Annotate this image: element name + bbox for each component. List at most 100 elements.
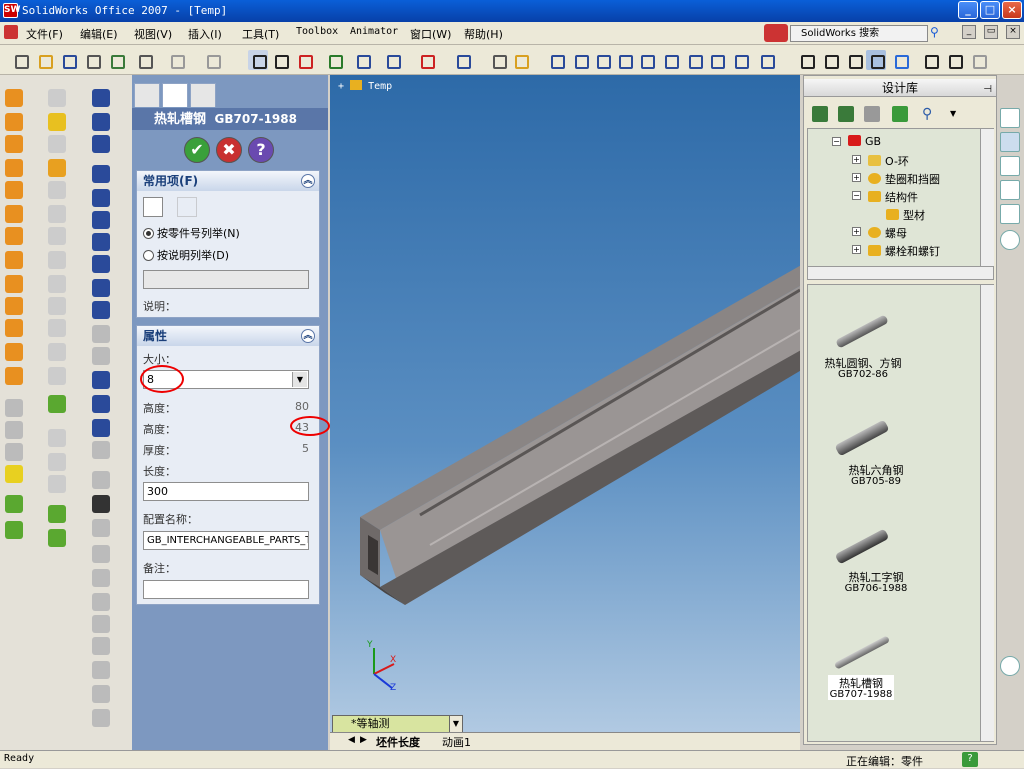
tree-horizontal-scrollbar[interactable] (807, 266, 994, 280)
surface-extrude-icon[interactable] (48, 89, 66, 107)
gallery-scrollbar[interactable] (980, 285, 994, 741)
search-input[interactable]: SolidWorks 搜索 (790, 25, 928, 42)
section-view-icon[interactable] (570, 50, 590, 70)
add-part-icon[interactable] (143, 197, 163, 217)
list-by-description-radio[interactable]: 按说明列举(D) (143, 247, 229, 263)
length-input[interactable]: 300 (143, 482, 309, 501)
surface-revolve-icon[interactable] (48, 113, 66, 131)
tree-node-o-ring[interactable]: + O-环 (852, 153, 909, 169)
library-item-i-beam[interactable]: 热轧工字钢 GB706-1988 (808, 517, 978, 597)
polygon-icon[interactable] (92, 211, 110, 229)
zoom-fit-icon[interactable] (592, 50, 612, 70)
mid-surface-icon[interactable] (48, 343, 66, 361)
close-button[interactable]: × (1002, 1, 1022, 19)
collapse-icon[interactable]: ︽ (301, 329, 315, 343)
grid-icon[interactable] (324, 50, 344, 70)
trim-entities-icon[interactable] (92, 495, 110, 513)
help-icon[interactable] (510, 50, 530, 70)
select-icon[interactable] (248, 50, 268, 70)
view-icon[interactable] (730, 50, 750, 70)
sketch-icon[interactable] (352, 50, 372, 70)
move-entities-icon[interactable] (92, 615, 110, 633)
refresh-icon[interactable] (892, 106, 908, 122)
expand-toggle[interactable]: + (852, 155, 861, 164)
weldments-icon[interactable] (48, 453, 66, 471)
help-status-icon[interactable]: ? (962, 752, 978, 767)
3d-part-icon[interactable] (416, 50, 436, 70)
knit-surface-icon[interactable] (48, 227, 66, 245)
copy-entities-icon[interactable] (92, 637, 110, 655)
circle-icon[interactable] (92, 233, 110, 251)
shadows-icon[interactable] (920, 50, 940, 70)
circular-pattern-icon[interactable] (5, 443, 23, 461)
chamfer-icon[interactable] (5, 227, 23, 245)
sketch-chamfer-icon[interactable] (92, 347, 110, 365)
options-icon[interactable] (106, 50, 126, 70)
replace-face-icon[interactable] (48, 367, 66, 385)
shaded-edges-icon[interactable] (866, 50, 886, 70)
extend-surface-icon[interactable] (48, 275, 66, 293)
point-icon[interactable] (92, 419, 110, 437)
menu-insert[interactable]: 插入(I) (188, 26, 222, 42)
add-folder-icon[interactable] (864, 106, 880, 122)
surface-sweep-icon[interactable] (48, 135, 66, 153)
linear-pattern-icon[interactable] (5, 421, 23, 439)
rotate-entities-icon[interactable] (92, 661, 110, 679)
line-icon[interactable] (92, 165, 110, 183)
reference-geometry-icon[interactable] (5, 465, 23, 483)
tree-scrollbar[interactable] (980, 129, 994, 267)
menu-edit[interactable]: 编辑(E) (80, 26, 118, 42)
chevron-down-icon[interactable]: ▼ (950, 109, 956, 118)
roll-icon[interactable] (706, 50, 726, 70)
zoom-area-icon[interactable] (614, 50, 634, 70)
extrude-boss-icon[interactable] (5, 89, 23, 107)
view-orientation-label[interactable]: *等轴测 ▼ (332, 715, 463, 733)
properties-group-header[interactable]: 属性 ︽ (137, 326, 319, 346)
app-menu-icon[interactable] (4, 25, 18, 39)
doc-restore-button[interactable]: ▭ (984, 25, 998, 39)
print-icon[interactable] (134, 50, 154, 70)
menu-toolbox[interactable]: Toolbox (296, 26, 338, 37)
thicken-icon[interactable] (48, 395, 66, 413)
menu-window[interactable]: 窗口(W) (410, 26, 451, 42)
view-palette-icon[interactable] (1000, 204, 1020, 224)
three-point-arc-icon[interactable] (92, 301, 110, 319)
menu-view[interactable]: 视图(V) (134, 26, 172, 42)
configuration-manager-tab-icon[interactable] (190, 83, 216, 107)
expand-toggle[interactable]: + (852, 227, 861, 236)
split-line-icon[interactable] (48, 505, 66, 523)
maximize-button[interactable]: □ (980, 1, 1000, 19)
tab-model[interactable]: 坯件长度 (376, 734, 420, 750)
minimize-button[interactable]: _ (958, 1, 978, 19)
cancel-button[interactable]: ✖ (216, 137, 242, 163)
file-explorer-icon[interactable] (1000, 156, 1020, 176)
dome-icon[interactable] (5, 343, 23, 361)
fillet-icon[interactable] (5, 205, 23, 223)
print-preview-icon[interactable] (82, 50, 102, 70)
tree-node-nuts[interactable]: + 螺母 (852, 225, 907, 241)
tree-node-structural[interactable]: − 结构件 (852, 189, 918, 205)
hole-wizard-icon[interactable] (5, 319, 23, 337)
chevron-down-icon[interactable]: ▼ (292, 372, 307, 387)
planar-surface-icon[interactable] (48, 251, 66, 269)
standard-views-icon[interactable] (756, 50, 776, 70)
description-select[interactable] (143, 270, 309, 289)
zoom-in-out-icon[interactable] (636, 50, 656, 70)
graphics-area[interactable]: + Temp Y X Z *等轴测 ▼ ◀ ▶ 坯件长度 动画1 (330, 75, 800, 750)
expand-chevron-icon[interactable] (1000, 656, 1020, 676)
collapse-icon[interactable]: ︽ (301, 174, 315, 188)
hidden-lines-removed-icon[interactable] (844, 50, 864, 70)
library-item-round-bar[interactable]: 热轧圆钢、方钢 GB702-86 (808, 305, 978, 385)
sweep-icon[interactable] (5, 135, 23, 153)
centerline-icon[interactable] (92, 371, 110, 389)
move-icon[interactable] (546, 50, 566, 70)
offset-entities-icon[interactable] (92, 441, 110, 459)
menu-file[interactable]: 文件(F) (26, 26, 63, 42)
perspective-icon[interactable] (944, 50, 964, 70)
display-relations-icon[interactable] (92, 519, 110, 537)
open-icon[interactable] (34, 50, 54, 70)
arc-icon[interactable] (92, 255, 110, 273)
tree-node-bolts[interactable]: + 螺栓和螺钉 (852, 243, 940, 259)
list-by-part-number-radio[interactable]: 按零件号列举(N) (143, 225, 240, 241)
sketch-toolbar-icon[interactable] (92, 89, 110, 107)
